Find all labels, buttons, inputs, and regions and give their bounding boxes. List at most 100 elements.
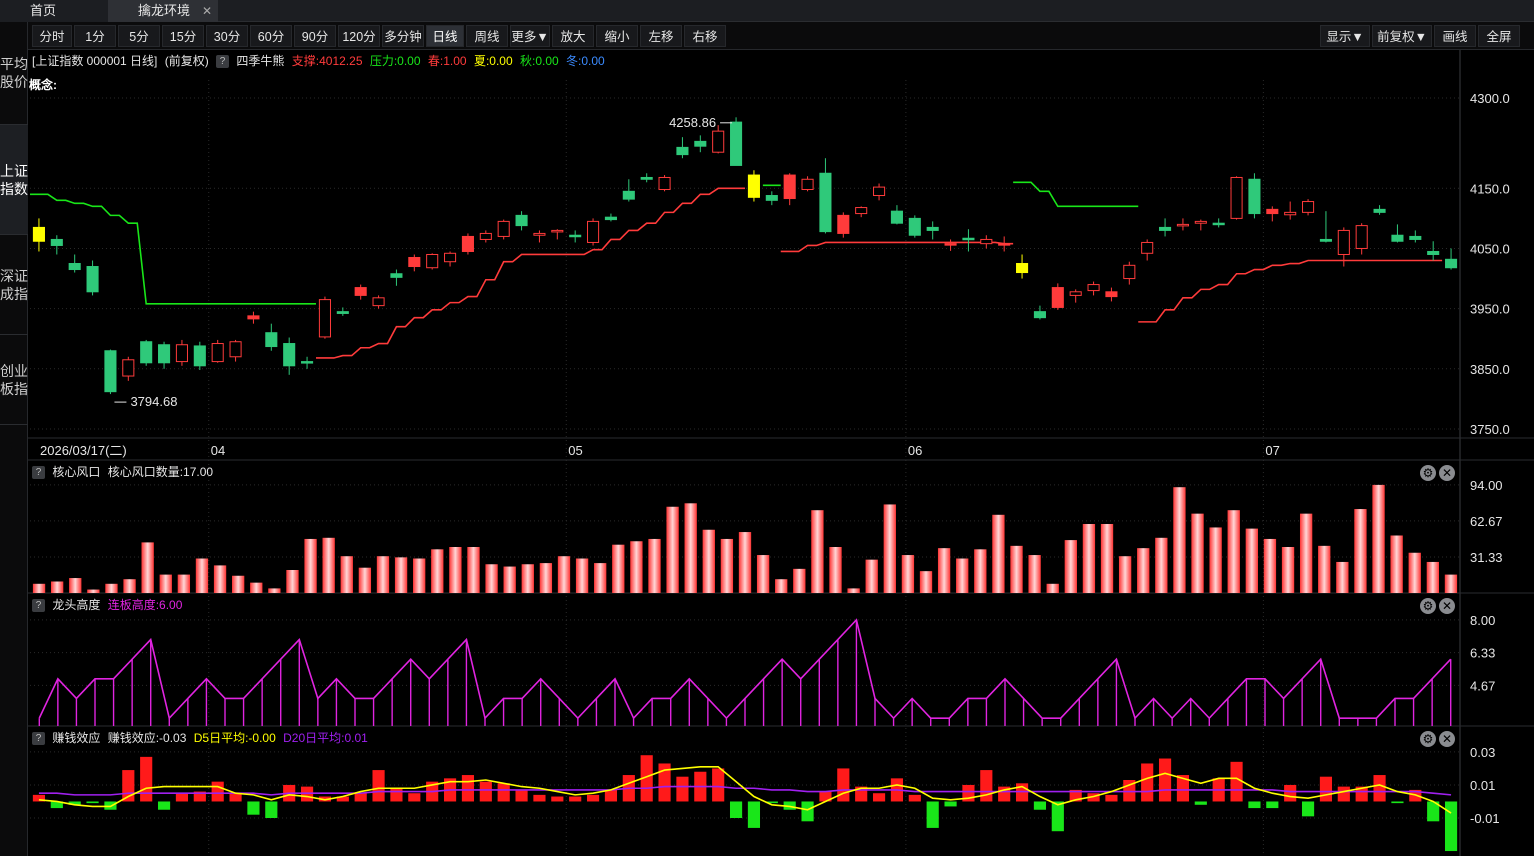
- candle: [551, 229, 564, 233]
- money-effect-bar: [86, 801, 99, 804]
- toolbar-button-9[interactable]: 日线: [426, 25, 464, 47]
- candle: [354, 287, 367, 296]
- gear-icon[interactable]: ⚙: [1420, 598, 1436, 614]
- support-value: 支撑:4012.25: [291, 54, 363, 68]
- sidebar-item-gem-index[interactable]: 创业板指: [0, 335, 28, 425]
- p3-axis-label: 0.03: [1470, 745, 1495, 760]
- candle: [122, 359, 135, 377]
- toolbar-right-button-0[interactable]: 显示▼: [1320, 25, 1370, 47]
- panel3-d20: D20日平均:0.01: [283, 731, 368, 745]
- app-window: 首页 擒龙环境 ✕ 平均股价 上证指数 深证成指 创业板指 分时 1分 5分 15分 3…: [0, 0, 1534, 856]
- candle: [1069, 291, 1082, 296]
- core-count-bar: [105, 583, 118, 593]
- candle: [497, 220, 510, 237]
- toolbar-button-3[interactable]: 15分: [162, 25, 204, 47]
- candle: [801, 178, 814, 191]
- core-count-bar: [358, 567, 372, 593]
- core-count-bar: [702, 529, 715, 593]
- core-count-bar: [1299, 513, 1313, 593]
- core-count-bar: [793, 568, 806, 593]
- toolbar-button-5[interactable]: 60分: [250, 25, 292, 47]
- money-effect-bar: [1391, 801, 1404, 804]
- candle: [747, 174, 760, 198]
- candle: [1266, 208, 1279, 215]
- money-effect-bar: [1230, 761, 1243, 802]
- core-count-bar: [1227, 510, 1240, 593]
- toolbar-right-button-3[interactable]: 全屏: [1478, 25, 1520, 47]
- core-count-bar: [1155, 537, 1168, 593]
- toolbar-button-8[interactable]: 多分钟: [382, 25, 424, 47]
- candle: [783, 174, 796, 200]
- index-sidebar: 平均股价 上证指数 深证成指 创业板指: [0, 22, 28, 856]
- money-effect-bar: [747, 801, 761, 828]
- candle: [980, 238, 993, 245]
- core-count-bar: [612, 544, 625, 593]
- candle: [676, 146, 689, 156]
- candle: [890, 210, 903, 224]
- close-icon[interactable]: ✕: [1439, 465, 1455, 481]
- candle: [158, 344, 171, 364]
- money-effect-bar: [837, 768, 850, 802]
- toolbar-button-12[interactable]: 放大: [552, 25, 594, 47]
- sidebar-item-avg-price[interactable]: 平均股价: [0, 22, 28, 125]
- panel2-header: ? 龙头高度 连板高度:6.00: [32, 596, 186, 614]
- core-count-bar: [684, 503, 697, 593]
- core-count-bar: [539, 563, 553, 593]
- close-icon[interactable]: ✕: [1439, 731, 1455, 747]
- money-effect-bar: [1194, 801, 1207, 805]
- pressure-value: 压力:0.00: [369, 54, 421, 68]
- winter-value: 冬:0.00: [566, 54, 605, 68]
- toolbar-button-7[interactable]: 120分: [338, 25, 380, 47]
- help-icon[interactable]: ?: [32, 599, 45, 613]
- help-icon[interactable]: ?: [32, 732, 45, 746]
- toolbar-button-13[interactable]: 缩小: [596, 25, 638, 47]
- core-count-bar: [648, 538, 661, 593]
- toolbar-button-15[interactable]: 右移: [684, 25, 726, 47]
- toolbar-button-1[interactable]: 1分: [74, 25, 116, 47]
- money-effect-bar: [1284, 784, 1297, 802]
- toolbar-button-0[interactable]: 分时: [32, 25, 72, 47]
- tab-home[interactable]: 首页: [0, 0, 108, 22]
- core-count-bar: [1408, 552, 1421, 593]
- sidebar-item-sh-index[interactable]: 上证指数: [0, 125, 28, 235]
- candle: [1373, 208, 1386, 213]
- toolbar-button-14[interactable]: 左移: [640, 25, 682, 47]
- help-icon[interactable]: ?: [32, 466, 45, 480]
- money-effect-bar: [1373, 775, 1386, 802]
- candle: [1051, 287, 1064, 308]
- gear-icon[interactable]: ⚙: [1420, 465, 1436, 481]
- toolbar-button-11[interactable]: 更多▼: [510, 25, 550, 47]
- money-effect-bar: [1051, 801, 1064, 832]
- money-effect-bar: [211, 781, 224, 802]
- toolbar-button-2[interactable]: 5分: [118, 25, 160, 47]
- money-effect-bar: [712, 768, 725, 802]
- toolbar-button-6[interactable]: 90分: [294, 25, 336, 47]
- core-count-bar: [775, 579, 788, 593]
- indicator-name: 四季牛熊: [236, 54, 285, 68]
- candle: [1355, 225, 1368, 249]
- money-effect-bar: [390, 788, 403, 802]
- gear-icon[interactable]: ⚙: [1420, 731, 1436, 747]
- toolbar-button-10[interactable]: 周线: [466, 25, 508, 47]
- tab-bar: 首页 擒龙环境 ✕: [0, 0, 1534, 22]
- help-icon[interactable]: ?: [216, 55, 230, 69]
- candle: [569, 234, 582, 238]
- close-tab-icon[interactable]: ✕: [200, 0, 214, 22]
- money-effect-bar: [140, 756, 153, 802]
- candle: [1212, 222, 1225, 226]
- toolbar-right-button-2[interactable]: 画线: [1434, 25, 1476, 47]
- close-icon[interactable]: ✕: [1439, 598, 1455, 614]
- sidebar-item-sz-index[interactable]: 深证成指: [0, 235, 28, 335]
- panel1-value: 核心风口数量:17.00: [107, 465, 214, 479]
- toolbar-right-button-1[interactable]: 前复权▼: [1372, 25, 1432, 47]
- candle: [140, 341, 153, 364]
- money-effect-bar: [533, 794, 546, 802]
- core-count-bar: [1100, 524, 1114, 593]
- toolbar-button-4[interactable]: 30分: [206, 25, 248, 47]
- candle: [1319, 238, 1332, 242]
- panel3-header: ? 赚钱效应 赚钱效应:-0.03 D5日平均:-0.00 D20日平均:0.0…: [32, 729, 372, 747]
- candle: [873, 186, 886, 197]
- core-count-bar: [1046, 583, 1059, 593]
- core-count-bar: [123, 579, 136, 593]
- core-count-bar: [195, 558, 209, 593]
